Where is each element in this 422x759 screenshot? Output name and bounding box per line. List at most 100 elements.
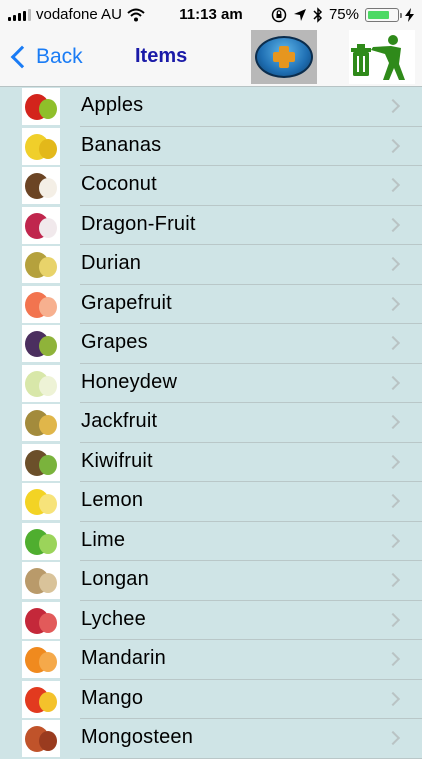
back-label: Back bbox=[36, 45, 83, 68]
fruit-thumbnail-image bbox=[22, 601, 60, 639]
fruit-shape bbox=[39, 573, 57, 593]
list-item[interactable]: Mandarin bbox=[0, 640, 422, 680]
back-button[interactable]: Back bbox=[10, 42, 83, 72]
list-item-label: Lychee bbox=[81, 607, 146, 630]
list-item-label: Mandarin bbox=[81, 647, 166, 669]
list-item[interactable]: Longan bbox=[0, 561, 422, 601]
fruit-thumbnail-image bbox=[22, 680, 60, 718]
fruit-shape bbox=[39, 731, 57, 751]
fruit-shape bbox=[39, 336, 57, 356]
chevron-right-icon bbox=[385, 98, 401, 114]
fruit-shape bbox=[39, 375, 57, 396]
navigation-bar: Back Items bbox=[0, 30, 422, 87]
list-item[interactable]: Lychee bbox=[0, 601, 422, 640]
list-item[interactable]: Mongosteen bbox=[0, 719, 422, 759]
fruit-thumbnail-image bbox=[22, 641, 60, 678]
fruit-shape bbox=[39, 138, 57, 159]
list-item-label: Lemon bbox=[81, 489, 144, 511]
add-plus-icon bbox=[255, 36, 313, 78]
list-item-label: Jackfruit bbox=[81, 410, 158, 432]
fruit-shape bbox=[39, 415, 57, 435]
fruit-shape bbox=[39, 178, 57, 198]
list-item[interactable]: Durian bbox=[0, 245, 422, 285]
fruit-shape bbox=[39, 296, 57, 317]
chevron-right-icon bbox=[385, 138, 401, 153]
location-arrow-icon bbox=[293, 8, 306, 21]
chevron-right-icon bbox=[385, 651, 401, 667]
list-item[interactable]: Coconut bbox=[0, 166, 422, 206]
fruit-thumbnail-image bbox=[22, 285, 60, 323]
battery-fill bbox=[368, 10, 389, 19]
chevron-right-icon bbox=[385, 691, 401, 706]
list-item-label: Kiwifruit bbox=[81, 449, 153, 472]
list-item[interactable]: Mango bbox=[0, 680, 422, 719]
chevron-right-icon bbox=[385, 375, 401, 390]
chevron-right-icon bbox=[385, 493, 401, 509]
list-item-label: Bananas bbox=[81, 133, 162, 156]
fruit-shape bbox=[39, 612, 57, 633]
charging-bolt-icon bbox=[405, 7, 414, 22]
list-item-label: Grapes bbox=[81, 331, 148, 353]
fruit-shape bbox=[39, 257, 57, 277]
list-item[interactable]: Grapefruit bbox=[0, 285, 422, 324]
list-item[interactable]: Honeydew bbox=[0, 364, 422, 403]
recycle-trash-icon bbox=[351, 35, 405, 80]
fruit-thumbnail-image bbox=[22, 127, 60, 165]
chevron-right-icon bbox=[385, 730, 401, 746]
battery-tip bbox=[400, 12, 402, 18]
row-divider bbox=[80, 757, 422, 759]
list-item[interactable]: Apples bbox=[0, 87, 422, 127]
list-item[interactable]: Dragon-Fruit bbox=[0, 206, 422, 245]
chevron-right-icon bbox=[385, 217, 401, 232]
list-item-label: Apples bbox=[81, 94, 144, 116]
list-item[interactable]: Grapes bbox=[0, 324, 422, 364]
fruit-shape bbox=[39, 652, 57, 672]
chevron-right-icon bbox=[385, 612, 401, 627]
fruit-shape bbox=[39, 533, 57, 554]
chevron-right-icon bbox=[385, 533, 401, 548]
rotation-lock-icon bbox=[271, 7, 287, 22]
add-item-button[interactable] bbox=[251, 30, 317, 84]
fruit-thumbnail-image bbox=[22, 246, 60, 283]
chevron-right-icon bbox=[385, 177, 401, 193]
fruit-thumbnail-image bbox=[22, 522, 60, 560]
back-chevron-icon bbox=[10, 45, 34, 69]
status-bar: vodafone AU 11:13 am 75% bbox=[0, 0, 422, 30]
fruit-thumbnail-image bbox=[22, 167, 60, 204]
fruit-list: Apples Bananas Coconut Dragon-Fruit Durian Gr… bbox=[0, 87, 422, 759]
list-item[interactable]: Lemon bbox=[0, 482, 422, 522]
list-item-label: Honeydew bbox=[81, 370, 178, 393]
battery-percent: 75% bbox=[328, 6, 359, 23]
list-item[interactable]: Bananas bbox=[0, 127, 422, 166]
fruit-thumbnail-image bbox=[22, 562, 60, 599]
chevron-right-icon bbox=[385, 414, 401, 430]
chevron-right-icon bbox=[385, 572, 401, 588]
fruit-thumbnail-image bbox=[22, 364, 60, 402]
fruit-shape bbox=[39, 99, 57, 119]
list-item[interactable]: Lime bbox=[0, 522, 422, 561]
fruit-shape bbox=[39, 494, 57, 514]
list-item-label: Grapefruit bbox=[81, 291, 172, 314]
fruit-shape bbox=[39, 691, 57, 712]
fruit-shape bbox=[39, 454, 57, 475]
page-title: Items bbox=[135, 45, 188, 67]
chevron-right-icon bbox=[385, 296, 401, 311]
status-right: 75% bbox=[271, 6, 414, 23]
list-item-label: Lime bbox=[81, 528, 126, 551]
fruit-thumbnail-image bbox=[22, 720, 60, 757]
fruit-thumbnail-image bbox=[22, 88, 60, 125]
list-item-label: Dragon-Fruit bbox=[81, 212, 196, 235]
chevron-right-icon bbox=[385, 454, 401, 469]
list-item-label: Coconut bbox=[81, 173, 157, 195]
list-item-label: Durian bbox=[81, 252, 142, 274]
list-item-label: Longan bbox=[81, 568, 149, 590]
chevron-right-icon bbox=[385, 256, 401, 272]
fruit-shape bbox=[39, 217, 57, 238]
bluetooth-icon bbox=[313, 6, 323, 23]
chevron-right-icon bbox=[385, 335, 401, 351]
delete-items-button[interactable] bbox=[349, 30, 415, 84]
list-item[interactable]: Kiwifruit bbox=[0, 443, 422, 482]
fruit-thumbnail-image bbox=[22, 325, 60, 362]
list-item[interactable]: Jackfruit bbox=[0, 403, 422, 443]
battery-icon bbox=[365, 7, 402, 22]
